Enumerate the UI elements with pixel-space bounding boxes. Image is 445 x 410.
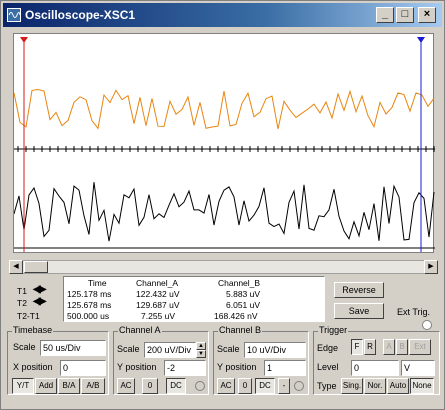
timebase-scale-label: Scale (13, 342, 36, 352)
channel-b-scale-label: Scale (217, 344, 240, 354)
channel-b-terminal-icon[interactable] (294, 381, 304, 391)
type-label: Type (317, 381, 337, 391)
cursor-t2-handle (417, 37, 425, 43)
header-channel-a: Channel_A (136, 278, 179, 288)
ext-trig-label: Ext Trig. (397, 307, 431, 317)
maximize-button[interactable]: □ (396, 7, 414, 23)
type-none-button[interactable]: None (410, 378, 434, 394)
t2-t1-channel-a: 7.255 uV (141, 311, 176, 321)
horizontal-scrollbar[interactable]: ◀ ▶ (9, 260, 438, 274)
level-label: Level (317, 362, 339, 372)
channel-b-zero-button[interactable]: 0 (238, 378, 252, 394)
falling-edge-button[interactable]: F (351, 339, 363, 355)
channel-b-dc-button[interactable]: DC (255, 378, 275, 394)
cursor-readout: Time Channel_A Channel_B 125.178 ms 122.… (63, 276, 325, 322)
type-normal-button[interactable]: Nor. (364, 378, 386, 394)
mode-add-button[interactable]: Add (35, 378, 57, 394)
timebase-title: Timebase (12, 325, 54, 335)
t2-arrows-icon[interactable]: ◀▶ (33, 297, 59, 308)
mode-ab-button[interactable]: A/B (81, 378, 105, 394)
channel-b-group: Channel B Scale 10 uV/Div Y position 1 A… (213, 325, 309, 395)
channel-b-trace (14, 182, 435, 242)
t2-t1-label: T2-T1 (17, 311, 40, 321)
channel-a-group: Channel A Scale 200 uV/Div ▲ ▼ Y positio… (113, 325, 209, 395)
header-channel-b: Channel_B (218, 278, 261, 288)
type-auto-button[interactable]: Auto (387, 378, 409, 394)
close-button[interactable]: × (418, 7, 436, 23)
channel-a-scale-field[interactable]: 200 uV/Div (144, 342, 196, 358)
source-ext-button[interactable]: Ext (409, 339, 431, 355)
mode-ba-button[interactable]: B/A (58, 378, 80, 394)
trigger-group: Trigger Edge F R A B Ext Level 0 V Type … (313, 325, 440, 395)
cursor-t1-handle (20, 37, 28, 43)
t1-channel-a: 122.432 uV (136, 289, 180, 299)
channel-b-ypos-field[interactable]: 1 (264, 360, 306, 376)
t2-t1-time: 500.000 us (67, 311, 110, 321)
minimize-button[interactable]: _ (376, 7, 394, 23)
t1-channel-b: 5.883 uV (226, 289, 261, 299)
title-bar[interactable]: Oscilloscope-XSC1 _ □ × (3, 3, 442, 27)
t1-arrows-icon[interactable]: ◀▶ (33, 285, 59, 296)
x-position-label: X position (13, 362, 53, 372)
channel-a-trace (14, 88, 435, 130)
channel-a-ac-button[interactable]: AC (117, 378, 135, 394)
oscilloscope-window: Oscilloscope-XSC1 _ □ × ◀ ▶ T1 ◀▶ T2 ◀▶ … (0, 0, 445, 410)
trigger-title: Trigger (318, 325, 349, 335)
header-time: Time (88, 278, 107, 288)
save-button[interactable]: Save (334, 303, 384, 319)
t1-label: T1 (17, 286, 27, 296)
timebase-scale-field[interactable]: 50 us/Div (40, 340, 106, 356)
channel-b-minus-button[interactable]: - (278, 378, 290, 394)
mode-yt-button[interactable]: Y/T (12, 378, 34, 394)
window-title: Oscilloscope-XSC1 (25, 8, 136, 22)
t2-channel-a: 129.687 uV (136, 300, 180, 310)
type-single-button[interactable]: Sing. (341, 378, 363, 394)
channel-a-terminal-icon[interactable] (195, 381, 205, 391)
scope-display[interactable] (13, 33, 435, 253)
timebase-group: Timebase Scale 50 us/Div X position 0 Y/… (7, 325, 109, 395)
t2-time: 125.678 ms (67, 300, 112, 310)
level-unit-select[interactable]: V (401, 360, 435, 376)
source-a-button[interactable]: A (383, 339, 395, 355)
channel-a-ypos-field[interactable]: -2 (164, 360, 206, 376)
channel-a-title: Channel A (118, 325, 162, 335)
t2-t1-channel-b: 168.426 nV (214, 311, 258, 321)
channel-b-scale-field[interactable]: 10 uV/Div (244, 342, 306, 358)
scroll-left-icon[interactable]: ◀ (9, 260, 23, 274)
rising-edge-button[interactable]: R (364, 339, 376, 355)
scale-up-icon[interactable]: ▲ (196, 342, 206, 350)
ext-trig-terminal[interactable] (422, 320, 432, 330)
channel-b-ac-button[interactable]: AC (217, 378, 235, 394)
channel-b-title: Channel B (218, 325, 263, 335)
edge-label: Edge (317, 343, 339, 353)
x-position-field[interactable]: 0 (60, 360, 106, 376)
scroll-right-icon[interactable]: ▶ (424, 260, 438, 274)
oscilloscope-icon (7, 8, 21, 22)
source-b-button[interactable]: B (396, 339, 408, 355)
channel-a-zero-button[interactable]: 0 (142, 378, 158, 394)
channel-a-dc-button[interactable]: DC (166, 378, 186, 394)
channel-a-scale-label: Scale (117, 344, 140, 354)
t2-channel-b: 6.051 uV (226, 300, 261, 310)
t2-label: T2 (17, 298, 27, 308)
scroll-thumb[interactable] (24, 261, 48, 273)
reverse-button[interactable]: Reverse (334, 282, 384, 298)
channel-b-ypos-label: Y position (217, 362, 257, 372)
level-field[interactable]: 0 (351, 360, 399, 376)
t1-time: 125.178 ms (67, 289, 112, 299)
scale-down-icon[interactable]: ▼ (196, 350, 206, 358)
scope-graph (14, 37, 435, 252)
channel-a-ypos-label: Y position (117, 362, 157, 372)
